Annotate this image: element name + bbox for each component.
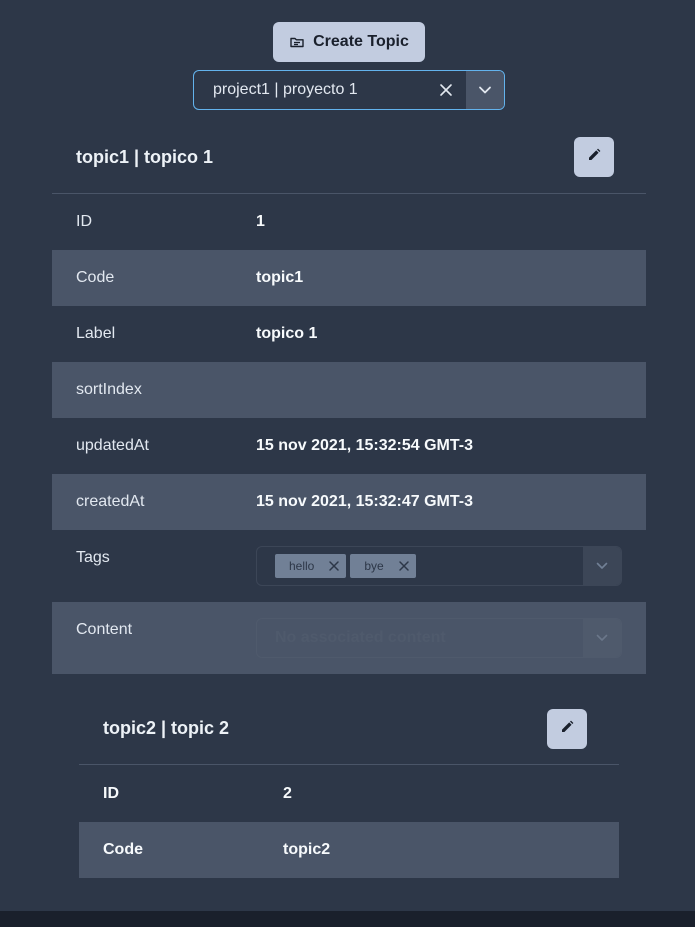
- field-row-content: Content No associated content: [52, 602, 646, 674]
- field-label: Content: [76, 621, 133, 638]
- project-select-value[interactable]: project1 | proyecto 1: [194, 71, 426, 109]
- bottom-bar: [0, 911, 695, 927]
- field-value: 15 nov 2021, 15:32:47 GMT-3: [256, 493, 473, 510]
- folder-icon: [289, 34, 305, 50]
- tag-label: bye: [364, 559, 384, 573]
- field-value: 15 nov 2021, 15:32:54 GMT-3: [256, 437, 473, 454]
- field-label: Code: [76, 269, 115, 286]
- topic-card: topic2 | topic 2 ID 2 Code topic2: [79, 693, 619, 878]
- field-value: topic1: [256, 269, 304, 286]
- tag-label: hello: [289, 559, 315, 573]
- field-value: topic2: [283, 841, 331, 858]
- field-value: 1: [256, 213, 265, 230]
- project-select[interactable]: project1 | proyecto 1: [193, 70, 505, 110]
- field-row-label: Label topico 1: [52, 306, 646, 362]
- tags-select-values[interactable]: hello bye: [257, 547, 583, 585]
- field-row-createdat: createdAt 15 nov 2021, 15:32:47 GMT-3: [52, 474, 646, 530]
- topic-card-header: topic2 | topic 2: [79, 693, 619, 765]
- field-row-code: Code topic2: [79, 822, 619, 878]
- field-row-code: Code topic1: [52, 250, 646, 306]
- field-row-id: ID 2: [79, 766, 619, 822]
- content-select: No associated content: [256, 618, 622, 658]
- tags-select[interactable]: hello bye: [256, 546, 622, 586]
- field-row-id: ID 1: [52, 194, 646, 250]
- field-label: ID: [103, 785, 119, 802]
- field-label: Label: [76, 325, 116, 342]
- field-label: sortIndex: [76, 381, 142, 398]
- chevron-down-icon[interactable]: [466, 71, 504, 109]
- field-row-sortindex: sortIndex: [52, 362, 646, 418]
- field-label: createdAt: [76, 493, 145, 510]
- remove-tag-icon[interactable]: [322, 560, 346, 572]
- field-row-updatedat: updatedAt 15 nov 2021, 15:32:54 GMT-3: [52, 418, 646, 474]
- chevron-down-icon: [583, 619, 621, 657]
- topic-card: topic1 | topico 1 ID 1 Code topic1 Label…: [52, 122, 646, 674]
- field-label: Tags: [76, 549, 110, 566]
- content-placeholder: No associated content: [275, 629, 446, 646]
- remove-tag-icon[interactable]: [392, 560, 416, 572]
- field-label: updatedAt: [76, 437, 149, 454]
- chevron-down-icon[interactable]: [583, 547, 621, 585]
- topic-title: topic1 | topico 1: [76, 147, 214, 167]
- edit-topic-button[interactable]: [574, 137, 614, 177]
- topic-title: topic2 | topic 2: [103, 718, 230, 738]
- tag-chip: hello: [275, 554, 347, 578]
- field-label: ID: [76, 213, 92, 230]
- field-value: 2: [283, 785, 292, 802]
- pencil-icon: [587, 148, 601, 167]
- field-value: topico 1: [256, 325, 318, 342]
- tag-chip: bye: [350, 554, 416, 578]
- edit-topic-button[interactable]: [547, 709, 587, 749]
- field-row-tags: Tags hello bye: [52, 530, 646, 602]
- create-topic-label: Create Topic: [313, 33, 409, 50]
- field-label: Code: [103, 841, 143, 858]
- pencil-icon: [560, 720, 574, 739]
- create-topic-button[interactable]: Create Topic: [273, 22, 425, 62]
- close-icon[interactable]: [426, 71, 466, 109]
- topic-card-header: topic1 | topico 1: [52, 122, 646, 194]
